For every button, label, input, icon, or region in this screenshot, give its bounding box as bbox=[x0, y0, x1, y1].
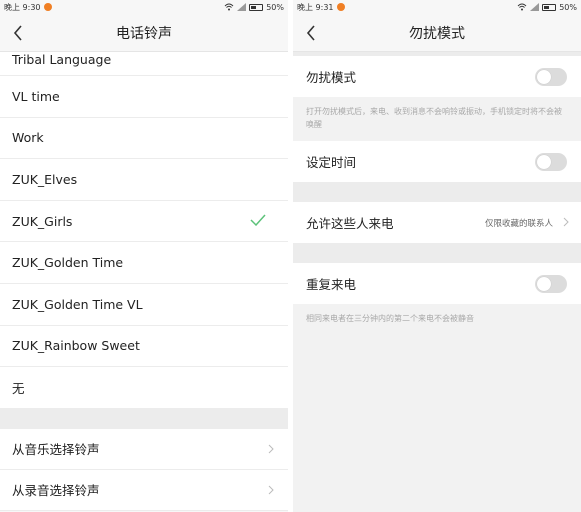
dnd-toggle[interactable] bbox=[535, 68, 567, 86]
chevron-right-icon bbox=[563, 217, 569, 227]
ringtone-item[interactable]: VL time bbox=[0, 76, 288, 118]
chevron-right-icon bbox=[268, 444, 274, 454]
schedule-label: 设定时间 bbox=[306, 155, 357, 170]
signal-icon bbox=[237, 3, 247, 11]
ringtone-item[interactable]: 无 bbox=[0, 367, 288, 409]
allow-calls-value: 仅限收藏的联系人 bbox=[484, 219, 553, 229]
back-button[interactable] bbox=[8, 23, 28, 43]
back-button[interactable] bbox=[301, 23, 321, 43]
ringtone-label: 无 bbox=[12, 380, 25, 396]
ringtone-label: Work bbox=[12, 130, 44, 146]
chevron-right-icon bbox=[268, 485, 274, 495]
nav-bar: 勿扰模式 bbox=[293, 14, 581, 52]
dnd-setting-row[interactable]: 勿扰模式 bbox=[293, 56, 581, 97]
ringtone-label: VL time bbox=[12, 88, 60, 104]
status-bar: 晚上 9:31 50% bbox=[293, 0, 581, 14]
section-divider bbox=[0, 408, 288, 429]
section-divider bbox=[293, 182, 581, 202]
nav-bar: 电话铃声 bbox=[0, 14, 288, 52]
pick-from-recording-button[interactable]: 从录音选择铃声 bbox=[0, 469, 288, 511]
battery-percent: 50% bbox=[266, 2, 284, 12]
checkmark-icon bbox=[250, 214, 266, 226]
ringtone-screen: 晚上 9:30 50% 电话铃声 Tribal Language VL time… bbox=[0, 0, 288, 512]
battery-percent: 50% bbox=[559, 2, 577, 12]
picker-label: 从音乐选择铃声 bbox=[12, 442, 100, 458]
battery-icon bbox=[542, 3, 557, 11]
chevron-left-icon bbox=[13, 25, 22, 41]
ringtone-list: Tribal Language VL time Work ZUK_Elves Z… bbox=[0, 52, 288, 409]
wifi-icon bbox=[224, 3, 234, 11]
signal-icon bbox=[530, 3, 540, 11]
page-title: 电话铃声 bbox=[116, 25, 172, 42]
repeat-calls-toggle[interactable] bbox=[535, 275, 567, 293]
schedule-setting-row[interactable]: 设定时间 bbox=[293, 141, 581, 182]
ringtone-label: ZUK_Girls bbox=[12, 213, 73, 229]
ringtone-item[interactable]: ZUK_Elves bbox=[0, 159, 288, 201]
ringtone-label: ZUK_Golden Time VL bbox=[12, 296, 143, 312]
repeat-calls-row[interactable]: 重复来电 bbox=[293, 263, 581, 304]
empty-area bbox=[293, 335, 581, 512]
ringtone-label: Tribal Language bbox=[12, 52, 112, 67]
ringtone-label: ZUK_Rainbow Sweet bbox=[12, 338, 140, 354]
status-bar: 晚上 9:30 50% bbox=[0, 0, 288, 14]
ringtone-item[interactable]: ZUK_Rainbow Sweet bbox=[0, 326, 288, 368]
allow-calls-row[interactable]: 允许这些人来电 仅限收藏的联系人 bbox=[293, 202, 581, 243]
repeat-calls-label: 重复来电 bbox=[306, 277, 357, 292]
toggle-knob bbox=[537, 155, 551, 169]
notification-icon bbox=[336, 3, 345, 11]
ringtone-item-selected[interactable]: ZUK_Girls bbox=[0, 201, 288, 243]
wifi-icon bbox=[517, 3, 527, 11]
section-divider bbox=[293, 243, 581, 263]
allow-calls-label: 允许这些人来电 bbox=[306, 216, 394, 231]
dnd-label: 勿扰模式 bbox=[306, 70, 357, 85]
repeat-calls-description: 相同来电者在三分钟内的第二个来电不会被静音 bbox=[293, 304, 581, 335]
ringtone-item[interactable]: Work bbox=[0, 118, 288, 160]
battery-icon bbox=[249, 3, 264, 11]
ringtone-label: ZUK_Golden Time bbox=[12, 255, 124, 271]
toggle-knob bbox=[537, 277, 551, 291]
ringtone-label: ZUK_Elves bbox=[12, 171, 78, 187]
dnd-screen: 晚上 9:31 50% 勿扰模式 勿扰模式 打开勿扰模式后，来电、收到消息不会响… bbox=[293, 0, 581, 512]
schedule-toggle[interactable] bbox=[535, 153, 567, 171]
ringtone-item[interactable]: ZUK_Golden Time bbox=[0, 242, 288, 284]
ringtone-item[interactable]: Tribal Language bbox=[0, 52, 288, 76]
status-time: 晚上 9:30 bbox=[4, 2, 41, 12]
ringtone-item[interactable]: ZUK_Golden Time VL bbox=[0, 284, 288, 326]
notification-icon bbox=[43, 3, 52, 11]
picker-label: 从录音选择铃声 bbox=[12, 483, 100, 499]
toggle-knob bbox=[537, 70, 551, 84]
chevron-left-icon bbox=[306, 25, 315, 41]
dnd-description: 打开勿扰模式后，来电、收到消息不会响铃或振动，手机锁定时将不会被唤醒 bbox=[293, 97, 581, 141]
pick-from-music-button[interactable]: 从音乐选择铃声 bbox=[0, 428, 288, 470]
page-title: 勿扰模式 bbox=[409, 25, 465, 42]
status-time: 晚上 9:31 bbox=[297, 2, 334, 12]
